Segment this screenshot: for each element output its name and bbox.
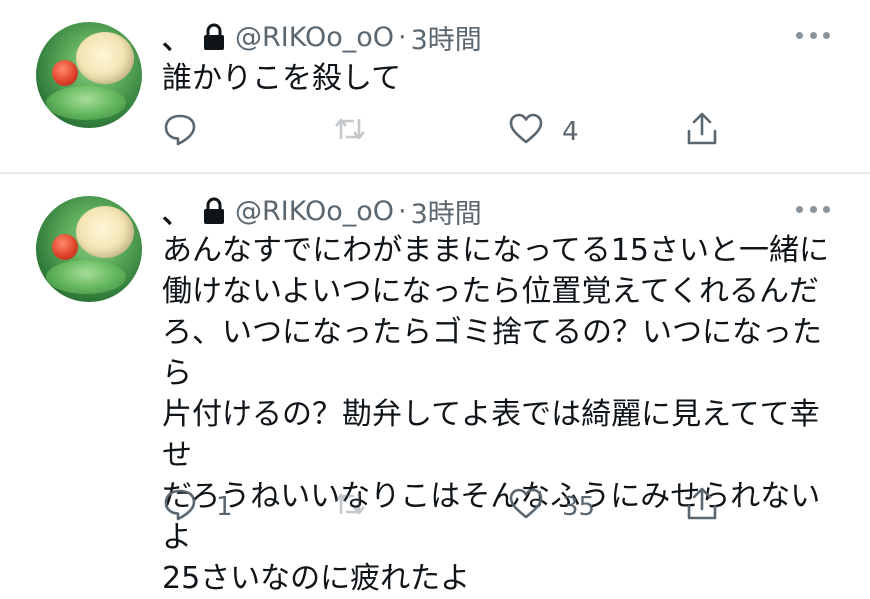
reply-button[interactable]: 1: [162, 485, 233, 529]
user-handle[interactable]: @RIKOo_oO: [235, 22, 394, 53]
tweet-text: 誰かりこを殺して: [162, 61, 402, 96]
lock-icon: [201, 22, 227, 52]
reply-icon: [162, 486, 198, 529]
lock-icon: [201, 196, 227, 226]
separator-dot: ·: [398, 195, 407, 227]
avatar-bowl: [76, 206, 134, 258]
tweet-actions: 1 35: [162, 485, 762, 529]
retweet-icon: [332, 486, 368, 529]
tweet[interactable]: 、 @RIKOo_oO · 3時間 誰かりこを殺して 4: [0, 0, 870, 172]
like-count: 4: [562, 117, 579, 147]
retweet-button: [332, 110, 386, 154]
more-options-icon[interactable]: [796, 204, 830, 214]
tweet[interactable]: 、 @RIKOo_oO · 3時間 あんなすでにわがままになってる15さいと一緒…: [0, 174, 870, 596]
user-handle[interactable]: @RIKOo_oO: [235, 196, 394, 227]
avatar-bowl: [76, 32, 134, 84]
tweet-actions: 4: [162, 110, 762, 154]
share-button[interactable]: [684, 485, 720, 529]
avatar-tomato: [52, 60, 78, 86]
display-name[interactable]: 、: [162, 192, 189, 231]
retweet-button: [332, 485, 386, 529]
tweet-header: 、 @RIKOo_oO · 3時間: [162, 191, 482, 231]
share-button[interactable]: [684, 110, 720, 154]
separator-dot: ·: [398, 21, 407, 53]
heart-icon: [508, 486, 544, 529]
reply-icon: [162, 111, 198, 154]
like-button[interactable]: 4: [508, 110, 579, 154]
avatar-leaf: [46, 260, 126, 294]
timestamp[interactable]: 3時間: [411, 192, 482, 231]
heart-icon: [508, 111, 544, 154]
timestamp[interactable]: 3時間: [411, 18, 482, 57]
tweet-header: 、 @RIKOo_oO · 3時間: [162, 17, 482, 57]
like-count: 35: [562, 492, 596, 522]
display-name[interactable]: 、: [162, 18, 189, 57]
retweet-icon: [332, 111, 368, 154]
tweet-text: あんなすでにわがままになってる15さいと一緒に 働けないよいつになったら位置覚え…: [162, 233, 829, 596]
reply-count: 1: [216, 492, 233, 522]
avatar-tomato: [52, 234, 78, 260]
avatar-leaf: [46, 86, 126, 120]
more-options-icon[interactable]: [796, 30, 830, 40]
avatar[interactable]: [36, 196, 142, 302]
share-icon: [684, 111, 720, 154]
avatar[interactable]: [36, 22, 142, 128]
reply-button[interactable]: [162, 110, 216, 154]
like-button[interactable]: 35: [508, 485, 595, 529]
share-icon: [684, 486, 720, 529]
